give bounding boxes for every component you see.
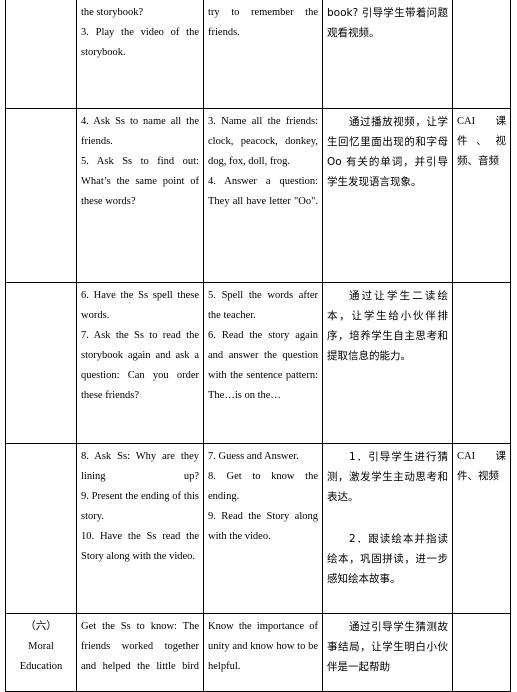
stage-cell (5, 0, 77, 109)
teacher-activity-cell: Get the Ss to know: The friends worked t… (76, 612, 204, 692)
media-label: CAI 课件、视频 (457, 450, 506, 482)
table-row: the storybook? 3. Play the video of the … (5, 0, 511, 109)
intent-spacer (327, 507, 448, 529)
media-cell (452, 0, 511, 109)
teacher-activity-cell: 8. Ask Ss: Why are they lining up? 9. Pr… (76, 442, 204, 614)
student-line: 8. Get to know the ending. (208, 470, 318, 502)
student-line: Know the importance of unity and know ho… (208, 620, 318, 672)
teacher-line: 4. Ask Ss to name all the friends. (81, 115, 199, 147)
design-intent-cell: 通过引导学生猜测故事结局，让学生明白小伙伴是一起帮助 (322, 612, 453, 692)
teacher-line: the storybook? (81, 7, 144, 18)
teacher-line: Get the Ss to know: The friends worked t… (81, 620, 199, 672)
table-row: 8. Ask Ss: Why are they lining up? 9. Pr… (5, 442, 511, 614)
student-line: 5. Spell the words after the teacher. (208, 289, 318, 321)
intent-line: 2．跟读绘本并指读绘本，巩固拼读，进一步感知绘本故事。 (327, 532, 448, 585)
design-intent-cell: 通过播放视频，让学生回忆里面出现的和字母 Oo 有关的单词，并引导学生发现语言现… (322, 107, 453, 283)
teacher-activity-cell: the storybook? 3. Play the video of the … (76, 0, 204, 109)
student-line: 6. Read the story again and answer the q… (208, 329, 318, 401)
design-intent-cell: book? 引导学生带着问题观看视频。 (322, 0, 453, 109)
student-activity-cell: Know the importance of unity and know ho… (203, 612, 323, 692)
teacher-line: 9. Present the ending of this story. (81, 490, 199, 522)
student-activity-cell: 7. Guess and Answer. 8. Get to know the … (203, 442, 323, 614)
teacher-line: 6. Have the Ss spell these words. (81, 289, 199, 321)
intent-line: 1．引导学生进行猜测，激发学生主动思考和表达。 (327, 450, 448, 503)
page-canvas: the storybook? 3. Play the video of the … (0, 0, 517, 692)
intent-line: 通过引导学生猜测故事结局，让学生明白小伙伴是一起帮助 (327, 620, 448, 673)
teacher-activity-cell: 6. Have the Ss spell these words. 7. Ask… (76, 281, 204, 444)
teacher-line: 5. Ask Ss to find out: What’s the same p… (81, 155, 199, 207)
student-line: try to remember the friends. (208, 7, 318, 38)
design-intent-cell: 1．引导学生进行猜测，激发学生主动思考和表达。 2．跟读绘本并指读绘本，巩固拼读… (322, 442, 453, 614)
student-line: 9. Read the Story along with the video. (208, 510, 318, 542)
student-activity-cell: 5. Spell the words after the teacher. 6.… (203, 281, 323, 444)
student-line: 4. Answer a question: They all have lett… (208, 175, 318, 207)
media-cell: CAI 课件、视频、音频 (452, 107, 511, 283)
media-cell: CAI 课件、视频 (452, 442, 511, 614)
stage-title-line1: Moral (28, 640, 54, 652)
teacher-line: 10. Have the Ss read the Story along wit… (81, 530, 199, 562)
stage-title-line2: Education (19, 660, 63, 672)
stage-cell (5, 107, 77, 283)
stage-cell (5, 442, 77, 614)
table-row: 6. Have the Ss spell these words. 7. Ask… (5, 281, 511, 444)
stage-cell (5, 281, 77, 444)
media-cell (452, 612, 511, 692)
intent-line: 通过让学生二读绘本，让学生给小伙伴排序，培养学生自主思考和提取信息的能力。 (327, 289, 448, 362)
student-line: 7. Guess and Answer. (208, 450, 299, 462)
teacher-line: 3. Play the video of the storybook. (81, 27, 199, 58)
teacher-activity-cell: 4. Ask Ss to name all the friends. 5. As… (76, 107, 204, 283)
design-intent-cell: 通过让学生二读绘本，让学生给小伙伴排序，培养学生自主思考和提取信息的能力。 (322, 281, 453, 444)
table-row: （六） Moral Education Get the Ss to know: … (5, 612, 511, 692)
media-label: CAI 课件、视频、音频 (457, 115, 506, 167)
table-row: 4. Ask Ss to name all the friends. 5. As… (5, 107, 511, 283)
media-cell (452, 281, 511, 444)
intent-line: 通过播放视频，让学生回忆里面出现的和字母 Oo 有关的单词，并引导学生发现语言现… (327, 115, 448, 188)
stage-number: （六） (25, 620, 57, 632)
stage-cell: （六） Moral Education (5, 612, 77, 692)
teacher-line: 7. Ask the Ss to read the storybook agai… (81, 329, 199, 401)
intent-line: book? 引导学生带着问题观看视频。 (327, 7, 448, 39)
student-activity-cell: try to remember the friends. (203, 0, 323, 109)
teacher-line: 8. Ask Ss: Why are they lining up? (81, 450, 199, 482)
lesson-plan-table: the storybook? 3. Play the video of the … (5, 0, 511, 692)
student-activity-cell: 3. Name all the friends: clock, peacock,… (203, 107, 323, 283)
student-line: 3. Name all the friends: clock, peacock,… (208, 115, 318, 167)
